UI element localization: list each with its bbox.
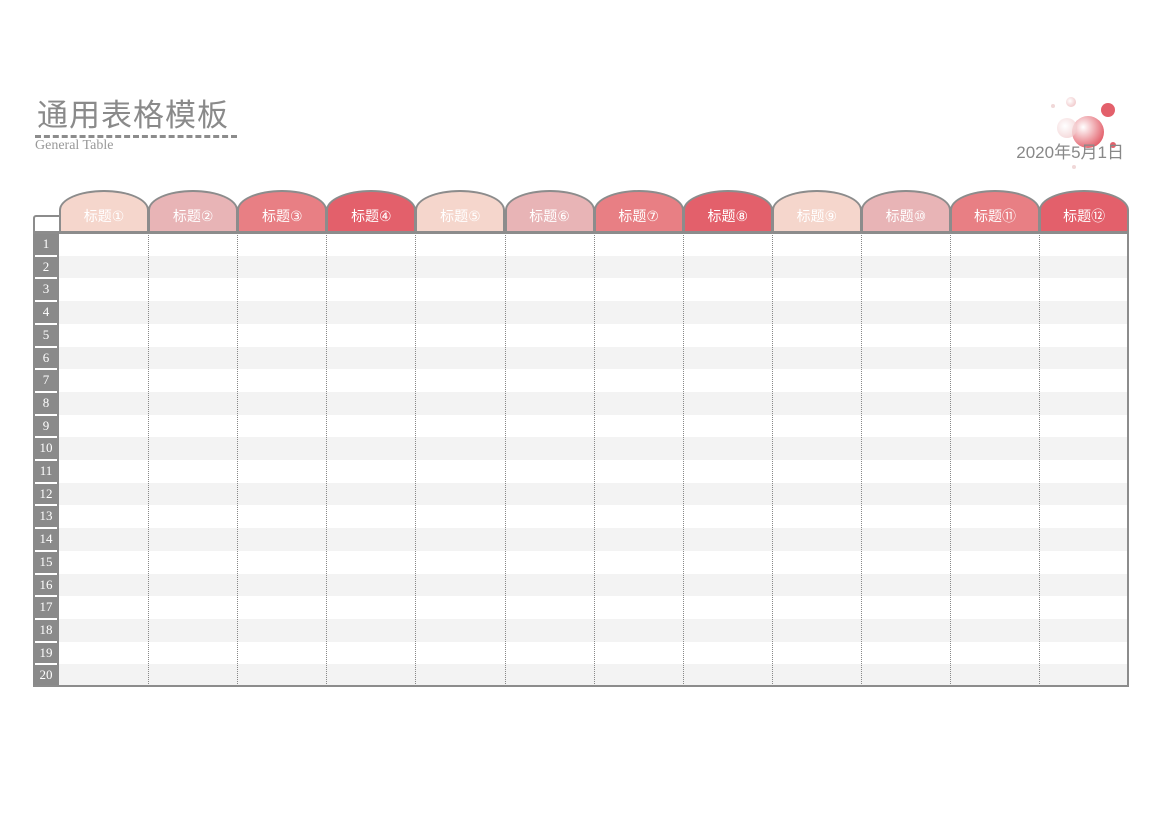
corner-cell xyxy=(33,215,61,232)
column-header-2[interactable]: 标题② xyxy=(148,190,239,231)
column-header-5[interactable]: 标题⑤ xyxy=(415,190,506,231)
column-header-10[interactable]: 标题⑩ xyxy=(860,190,951,231)
column-headers: 标题① 标题② 标题③ 标题④ 标题⑤ 标题⑥ 标题⑦ 标题⑧ 标题⑨ 标题⑩ 标题⑪ 标题⑫ xyxy=(59,190,1130,233)
column-header-4[interactable]: 标题④ xyxy=(326,190,417,231)
column-header-1[interactable]: 标题① xyxy=(59,190,150,231)
column-header-9[interactable]: 标题⑨ xyxy=(771,190,862,231)
page-subtitle: General Table xyxy=(35,138,114,153)
column-header-7[interactable]: 标题⑦ xyxy=(593,190,684,231)
page-title: 通用表格模板 xyxy=(37,98,229,134)
column-header-11[interactable]: 标题⑪ xyxy=(950,190,1041,231)
column-header-3[interactable]: 标题③ xyxy=(237,190,328,231)
date-label: 2020年5月1日 xyxy=(1016,143,1124,162)
column-header-12[interactable]: 标题⑫ xyxy=(1039,190,1130,231)
column-header-8[interactable]: 标题⑧ xyxy=(682,190,773,231)
column-header-6[interactable]: 标题⑥ xyxy=(504,190,595,231)
table-frame xyxy=(33,231,1129,687)
